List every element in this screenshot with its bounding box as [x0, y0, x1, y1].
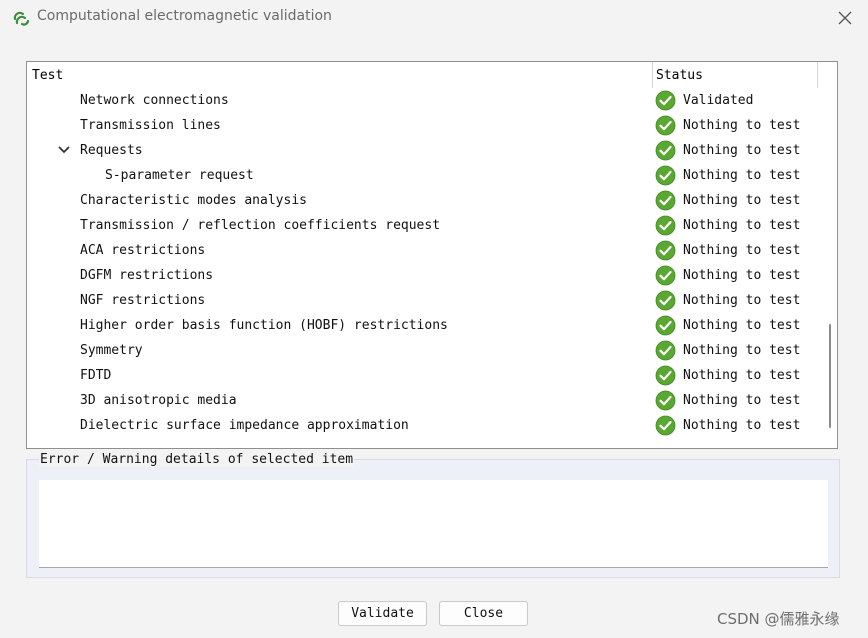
- tree-row[interactable]: Requests Nothing to test: [27, 138, 817, 163]
- tree-row-status: Nothing to test: [683, 418, 801, 433]
- tree-row[interactable]: Dielectric surface impedance approximati…: [27, 413, 817, 438]
- check-circle-icon: [655, 265, 676, 286]
- tree-rows: Network connections Validated Transmission…: [27, 88, 817, 438]
- tree-row-label: ACA restrictions: [80, 243, 206, 258]
- details-textbox[interactable]: [39, 480, 828, 568]
- column-header-test[interactable]: Test: [32, 68, 63, 83]
- check-circle-icon: [655, 165, 676, 186]
- tree-row-label: Transmission lines: [80, 118, 221, 133]
- tree-row-label: 3D anisotropic media: [80, 393, 237, 408]
- tree-row-status: Nothing to test: [683, 343, 801, 358]
- tree-row-label: FDTD: [80, 368, 112, 383]
- check-circle-icon: [655, 365, 676, 386]
- tree-row-label: Higher order basis function (HOBF) restr…: [80, 318, 448, 333]
- check-circle-icon: [655, 390, 676, 411]
- check-circle-icon: [655, 115, 676, 136]
- tree-row-label: NGF restrictions: [80, 293, 206, 308]
- tree-row[interactable]: Network connections Validated: [27, 88, 817, 113]
- details-legend: Error / Warning details of selected item: [39, 452, 355, 467]
- title-bar: Computational electromagnetic validation: [0, 0, 868, 36]
- tree-row[interactable]: Characteristic modes analysis Nothing to …: [27, 188, 817, 213]
- tree-row[interactable]: Higher order basis function (HOBF) restr…: [27, 313, 817, 338]
- tree-row-status: Nothing to test: [683, 143, 801, 158]
- check-circle-icon: [655, 290, 676, 311]
- tree-row[interactable]: FDTD Nothing to test: [27, 363, 817, 388]
- check-circle-icon: [655, 415, 676, 436]
- tree-row-status: Nothing to test: [683, 293, 801, 308]
- check-circle-icon: [655, 315, 676, 336]
- tree-row-status: Nothing to test: [683, 368, 801, 383]
- tree-row[interactable]: ACA restrictions Nothing to test: [27, 238, 817, 263]
- tree-row-label: DGFM restrictions: [80, 268, 214, 283]
- close-icon[interactable]: [835, 8, 855, 28]
- tree-row-label: S-parameter request: [105, 168, 254, 183]
- check-circle-icon: [655, 340, 676, 361]
- tree-row-label: Transmission / reflection coefficients r…: [80, 218, 441, 233]
- tree-row-status: Nothing to test: [683, 193, 801, 208]
- tree-row-status: Nothing to test: [683, 393, 801, 408]
- scrollbar-thumb[interactable]: [829, 324, 831, 428]
- tree-row-status: Nothing to test: [683, 168, 801, 183]
- tree-row[interactable]: Transmission / reflection coefficients r…: [27, 213, 817, 238]
- tree-row[interactable]: 3D anisotropic media Nothing to test: [27, 388, 817, 413]
- tree-row-label: Network connections: [80, 93, 229, 108]
- tree-row-label: Dielectric surface impedance approximati…: [80, 418, 409, 433]
- column-divider[interactable]: [652, 62, 653, 88]
- tree-row-status: Nothing to test: [683, 318, 801, 333]
- tree-row[interactable]: NGF restrictions Nothing to test: [27, 288, 817, 313]
- tree-row-status: Validated: [683, 93, 754, 108]
- tree-row-status: Nothing to test: [683, 118, 801, 133]
- tree-row-status: Nothing to test: [683, 268, 801, 283]
- tree-row[interactable]: Symmetry Nothing to test: [27, 338, 817, 363]
- close-button[interactable]: Close: [439, 601, 528, 626]
- check-circle-icon: [655, 140, 676, 161]
- column-divider: [817, 62, 818, 88]
- column-header-status[interactable]: Status: [656, 68, 703, 83]
- tree-row[interactable]: DGFM restrictions Nothing to test: [27, 263, 817, 288]
- tree-header: Test Status: [27, 62, 818, 88]
- tree-row-label: Symmetry: [80, 343, 143, 358]
- tree-row-status: Nothing to test: [683, 243, 801, 258]
- tree-row[interactable]: Transmission lines Nothing to test: [27, 113, 817, 138]
- validate-button[interactable]: Validate: [338, 601, 427, 626]
- check-circle-icon: [655, 190, 676, 211]
- tree-row-label: Characteristic modes analysis: [80, 193, 307, 208]
- check-circle-icon: [655, 240, 676, 261]
- watermark: CSDN @儒雅永缘: [717, 610, 840, 628]
- validation-dialog: Computational electromagnetic validation…: [0, 0, 868, 638]
- window-title: Computational electromagnetic validation: [37, 8, 332, 24]
- cem-app-icon: [13, 11, 30, 26]
- tree-row-status: Nothing to test: [683, 218, 801, 233]
- check-circle-icon: [655, 90, 676, 111]
- validation-tree[interactable]: Test Status Network connections Validated…: [26, 61, 838, 449]
- chevron-down-icon[interactable]: [57, 144, 71, 156]
- vertical-scrollbar[interactable]: [819, 62, 837, 448]
- tree-row-label: Requests: [80, 143, 143, 158]
- check-circle-icon: [655, 215, 676, 236]
- tree-row[interactable]: S-parameter request Nothing to test: [27, 163, 817, 188]
